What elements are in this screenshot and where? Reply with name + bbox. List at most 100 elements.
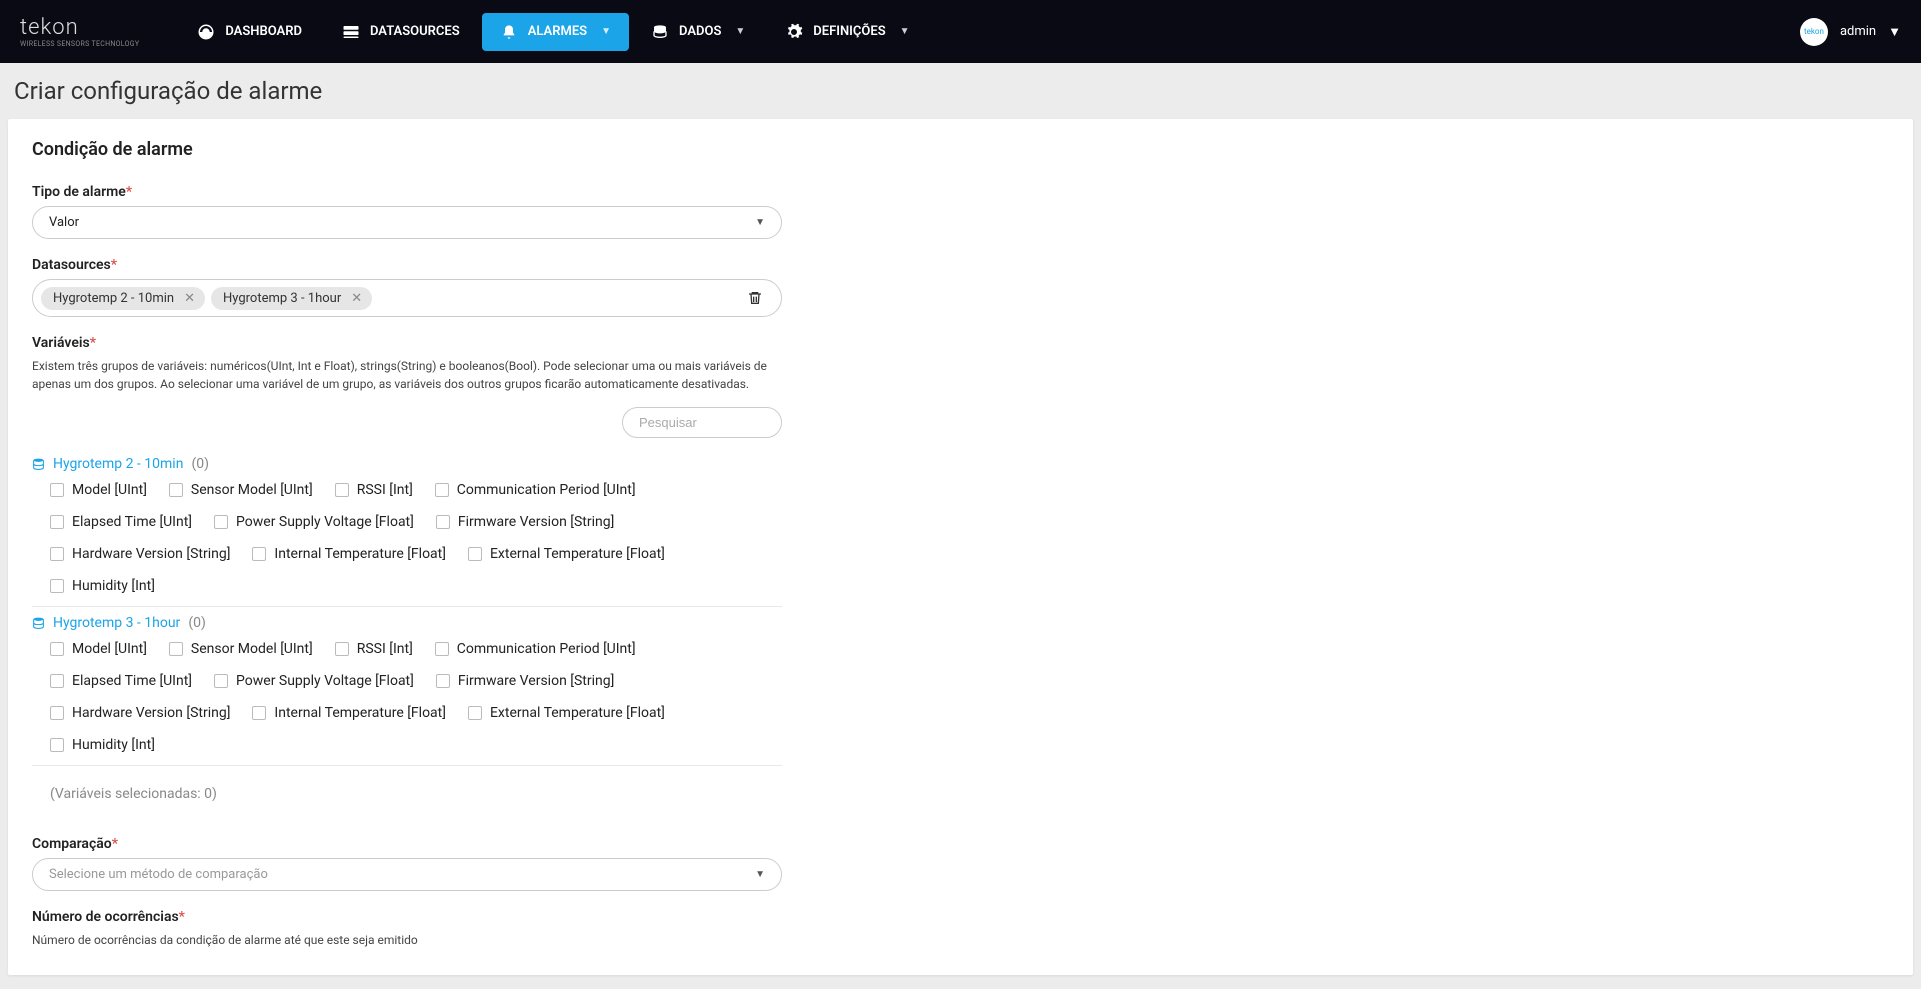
caret-down-icon: ▼ (900, 26, 910, 37)
variable-item[interactable]: Humidity [Int] (50, 578, 155, 594)
remove-tag-icon[interactable]: ✕ (347, 291, 366, 306)
database-icon (32, 457, 45, 471)
variable-label: RSSI [Int] (357, 482, 413, 498)
nav-dashboard[interactable]: DASHBOARD (179, 13, 320, 51)
caret-down-icon: ▼ (601, 26, 611, 37)
nav-dados[interactable]: DADOS ▼ (633, 13, 763, 51)
caret-down-icon: ▼ (735, 26, 745, 37)
bell-icon (500, 23, 518, 41)
selected-vars-count: (Variáveis selecionadas: 0) (32, 774, 782, 818)
comparacao-select[interactable]: Selecione um método de comparação ▼ (32, 858, 782, 891)
variable-item[interactable]: External Temperature [Float] (468, 705, 665, 721)
variable-checkbox[interactable] (252, 706, 266, 720)
variable-label: Model [UInt] (72, 482, 147, 498)
variable-checkbox[interactable] (468, 706, 482, 720)
tipo-alarme-label: Tipo de alarme* (32, 184, 782, 200)
datasource-group: Hygrotemp 3 - 1hour(0) Model [UInt] Sensor… (32, 615, 782, 766)
datasources-input[interactable]: Hygrotemp 2 - 10min ✕ Hygrotemp 3 - 1hou… (32, 279, 782, 317)
variable-checkbox[interactable] (436, 674, 450, 688)
variable-list: Model [UInt] Sensor Model [UInt] RSSI [Int… (32, 641, 782, 753)
variable-checkbox[interactable] (435, 483, 449, 497)
ocorrencias-label: Número de ocorrências* (32, 909, 782, 925)
variable-label: Internal Temperature [Float] (274, 546, 446, 562)
search-input[interactable] (622, 407, 782, 438)
variable-item[interactable]: Communication Period [UInt] (435, 641, 636, 657)
brand-name: tekon (20, 15, 139, 40)
brand-logo[interactable]: tekon WIRELESS SENSORS TECHNOLOGY (20, 15, 139, 48)
variable-item[interactable]: RSSI [Int] (335, 641, 413, 657)
variable-checkbox[interactable] (50, 483, 64, 497)
variable-item[interactable]: Sensor Model [UInt] (169, 641, 313, 657)
variable-item[interactable]: Internal Temperature [Float] (252, 546, 446, 562)
variable-checkbox[interactable] (214, 674, 228, 688)
variable-item[interactable]: Firmware Version [String] (436, 514, 614, 530)
variable-label: Hardware Version [String] (72, 546, 230, 562)
variable-item[interactable]: Power Supply Voltage [Float] (214, 514, 414, 530)
gear-icon (785, 23, 803, 41)
variable-item[interactable]: Elapsed Time [UInt] (50, 514, 192, 530)
tipo-alarme-value: Valor (49, 215, 79, 230)
database-icon (651, 23, 669, 41)
variaveis-label: Variáveis* (32, 335, 782, 351)
variable-label: Sensor Model [UInt] (191, 641, 313, 657)
remove-tag-icon[interactable]: ✕ (180, 291, 199, 306)
variable-item[interactable]: Communication Period [UInt] (435, 482, 636, 498)
datasources-icon (342, 23, 360, 41)
variable-checkbox[interactable] (468, 547, 482, 561)
variable-label: Humidity [Int] (72, 578, 155, 594)
variable-checkbox[interactable] (50, 579, 64, 593)
main-panel: Condição de alarme Tipo de alarme* Valor… (8, 119, 1913, 975)
comparacao-placeholder: Selecione um método de comparação (49, 867, 268, 882)
nav-definicoes[interactable]: DEFINIÇÕES ▼ (767, 13, 927, 51)
variable-checkbox[interactable] (435, 642, 449, 656)
variable-item[interactable]: Hardware Version [String] (50, 705, 230, 721)
nav-dados-label: DADOS (679, 24, 721, 39)
variable-item[interactable]: External Temperature [Float] (468, 546, 665, 562)
variable-label: Elapsed Time [UInt] (72, 673, 192, 689)
datasource-group-count: (0) (188, 615, 206, 631)
variable-label: Internal Temperature [Float] (274, 705, 446, 721)
variable-label: Firmware Version [String] (458, 514, 614, 530)
variable-checkbox[interactable] (335, 483, 349, 497)
variable-item[interactable]: Sensor Model [UInt] (169, 482, 313, 498)
clear-all-button[interactable] (741, 284, 769, 312)
variable-checkbox[interactable] (252, 547, 266, 561)
user-menu[interactable]: tekon admin ▼ (1800, 18, 1901, 46)
datasources-label: Datasources* (32, 257, 782, 273)
variable-checkbox[interactable] (50, 674, 64, 688)
variable-item[interactable]: Model [UInt] (50, 641, 147, 657)
nav-alarmes-label: ALARMES (528, 24, 587, 39)
variable-checkbox[interactable] (214, 515, 228, 529)
variable-label: Humidity [Int] (72, 737, 155, 753)
nav-datasources-label: DATASOURCES (370, 24, 460, 39)
username: admin (1840, 24, 1876, 39)
variable-checkbox[interactable] (169, 642, 183, 656)
variable-checkbox[interactable] (169, 483, 183, 497)
variable-item[interactable]: Internal Temperature [Float] (252, 705, 446, 721)
caret-down-icon: ▼ (755, 217, 765, 228)
variable-list: Model [UInt] Sensor Model [UInt] RSSI [Int… (32, 482, 782, 594)
nav-alarmes[interactable]: ALARMES ▼ (482, 13, 629, 51)
variable-label: Hardware Version [String] (72, 705, 230, 721)
caret-down-icon: ▼ (1888, 24, 1901, 40)
variable-checkbox[interactable] (50, 706, 64, 720)
variable-checkbox[interactable] (436, 515, 450, 529)
nav-datasources[interactable]: DATASOURCES (324, 13, 478, 51)
variable-checkbox[interactable] (335, 642, 349, 656)
variable-item[interactable]: Model [UInt] (50, 482, 147, 498)
variable-checkbox[interactable] (50, 547, 64, 561)
dashboard-icon (197, 23, 215, 41)
variable-checkbox[interactable] (50, 515, 64, 529)
variable-checkbox[interactable] (50, 642, 64, 656)
variable-checkbox[interactable] (50, 738, 64, 752)
variable-label: Sensor Model [UInt] (191, 482, 313, 498)
variable-item[interactable]: Hardware Version [String] (50, 546, 230, 562)
tipo-alarme-select[interactable]: Valor ▼ (32, 206, 782, 239)
variable-item[interactable]: Firmware Version [String] (436, 673, 614, 689)
variable-item[interactable]: RSSI [Int] (335, 482, 413, 498)
variable-item[interactable]: Power Supply Voltage [Float] (214, 673, 414, 689)
variable-item[interactable]: Humidity [Int] (50, 737, 155, 753)
datasource-group-header[interactable]: Hygrotemp 3 - 1hour(0) (32, 615, 782, 631)
variable-item[interactable]: Elapsed Time [UInt] (50, 673, 192, 689)
datasource-group-header[interactable]: Hygrotemp 2 - 10min(0) (32, 456, 782, 472)
